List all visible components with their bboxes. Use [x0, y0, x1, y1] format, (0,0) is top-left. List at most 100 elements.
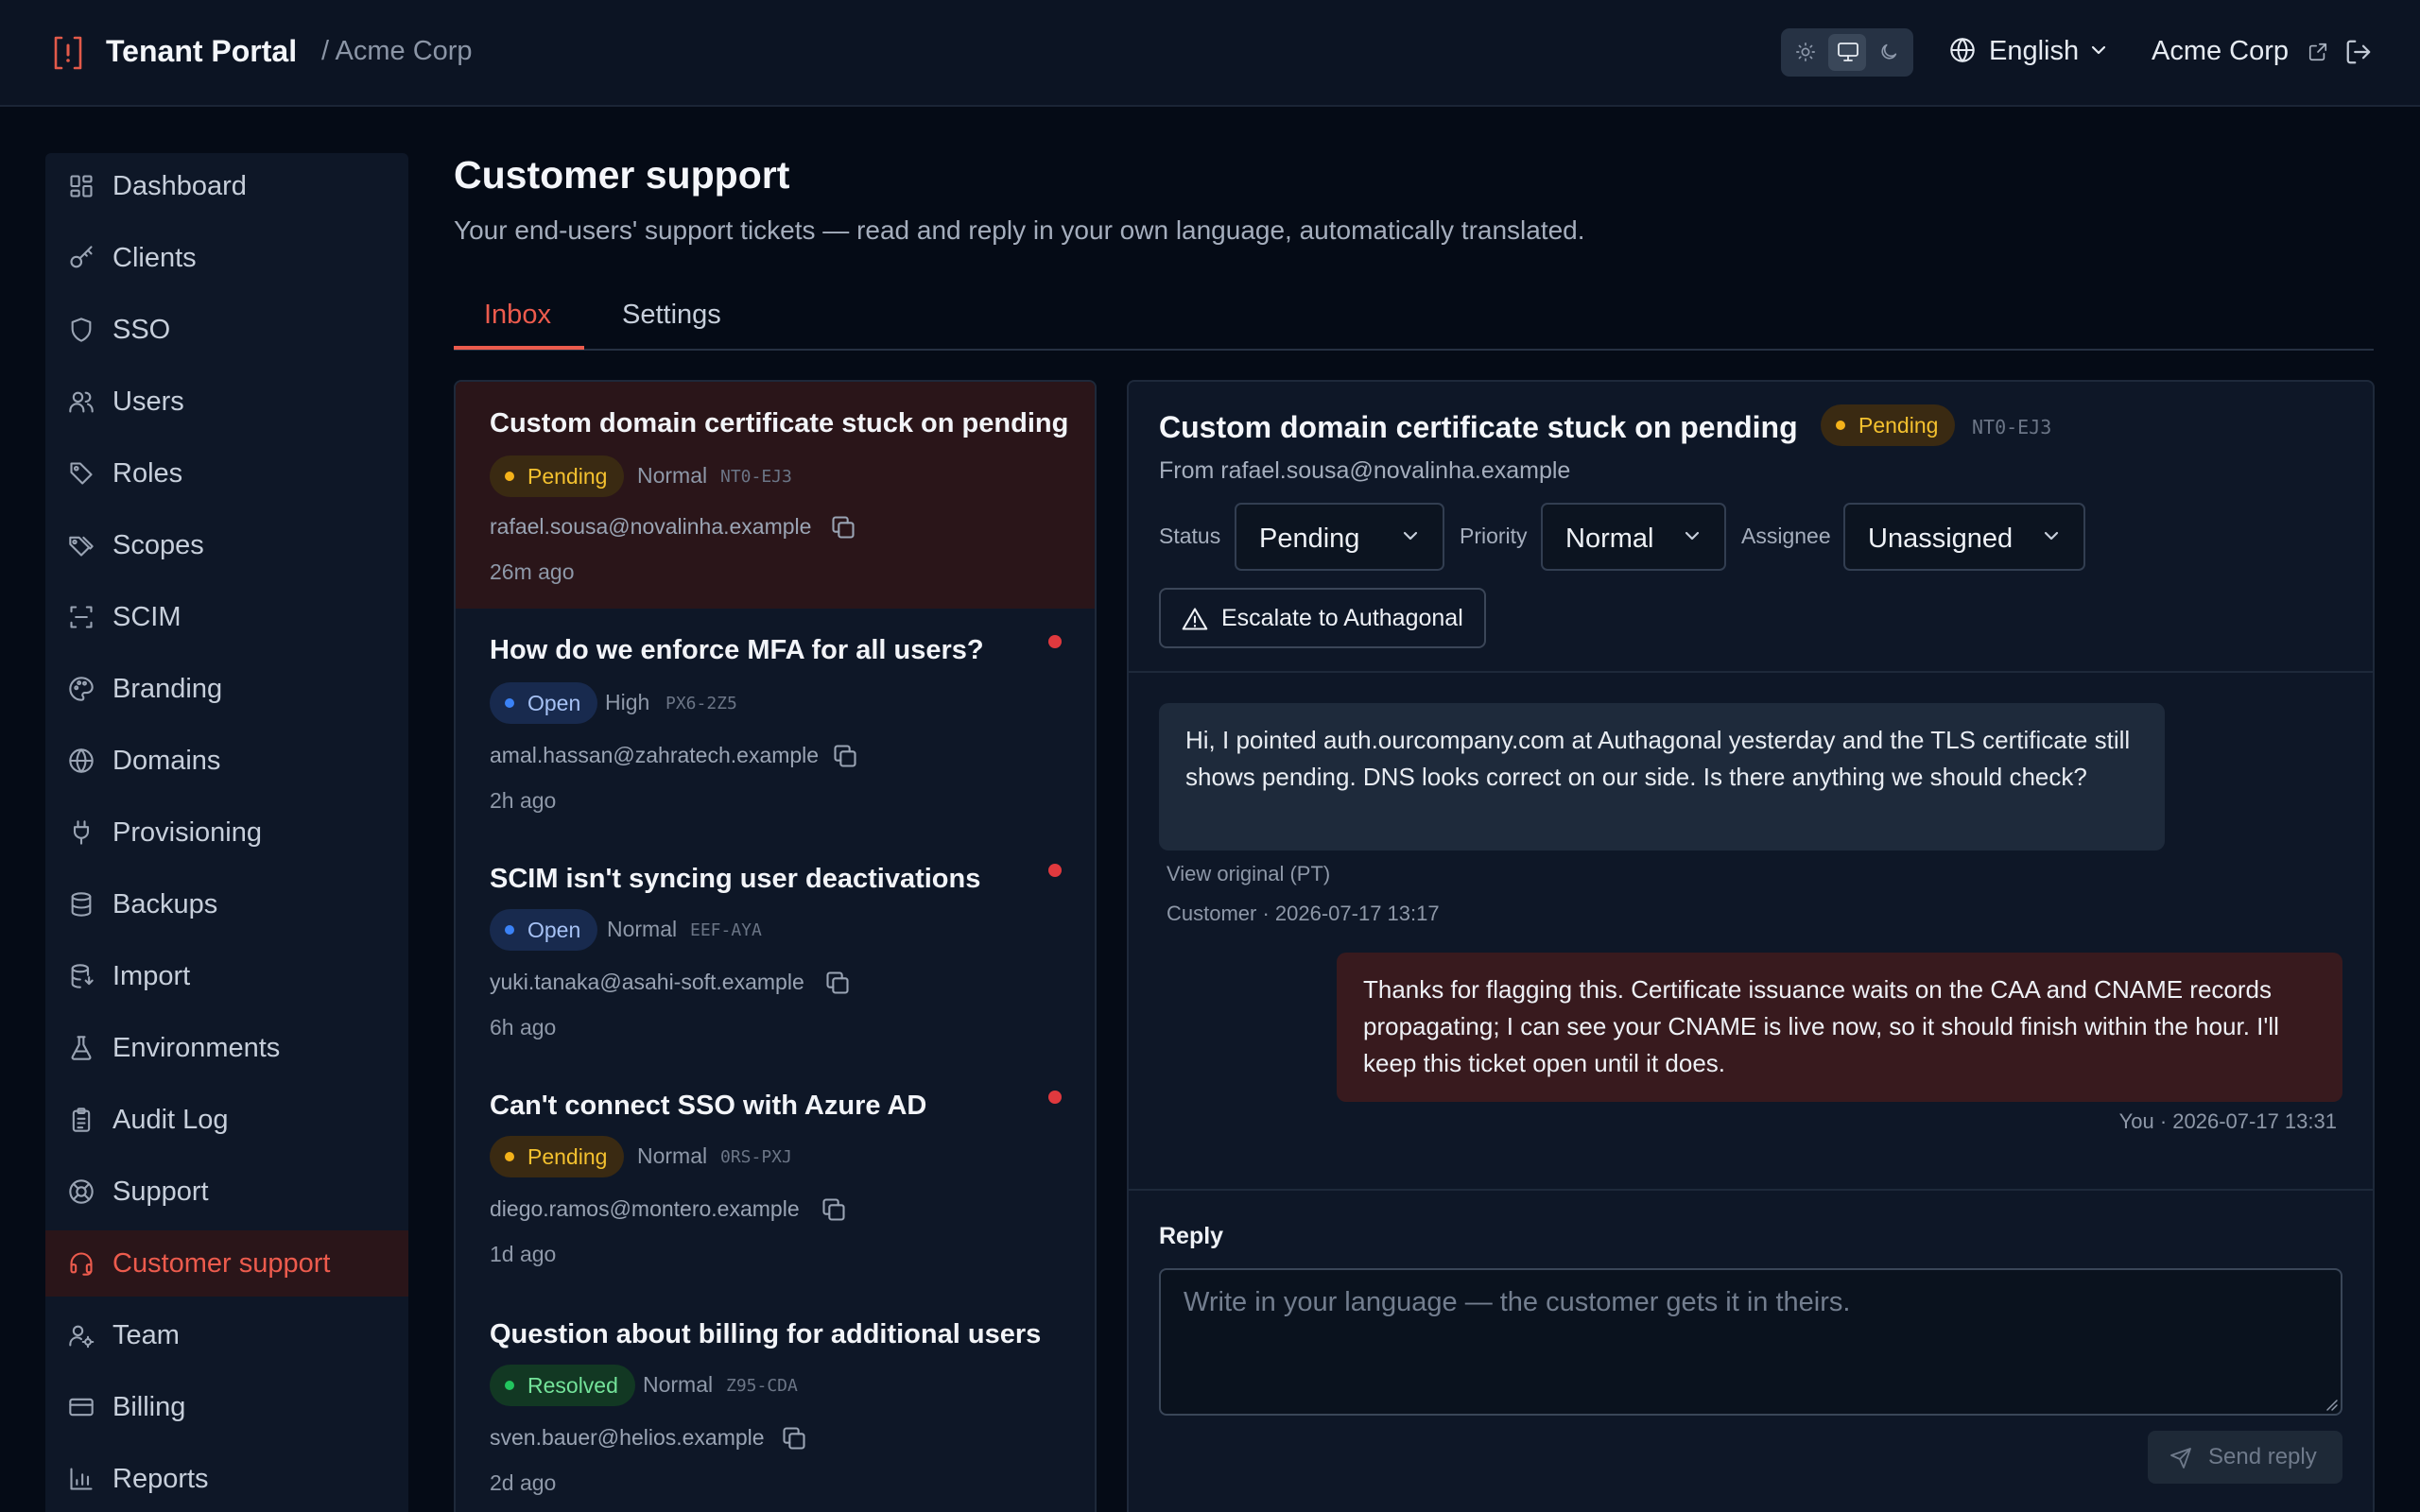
globe-icon [69, 748, 94, 773]
priority-select[interactable]: Normal [1541, 503, 1726, 571]
copy-icon[interactable] [781, 1425, 807, 1452]
sidebar-item-backups[interactable]: Backups [45, 871, 408, 937]
ticket-detail-title: Custom domain certificate stuck on pendi… [1159, 410, 1798, 444]
ticket-item[interactable]: Can't connect SSO with Azure AD Pending … [456, 1064, 1095, 1291]
copy-icon[interactable] [821, 1196, 847, 1223]
sidebar-item-label: Branding [112, 674, 223, 704]
ticket-item[interactable]: How do we enforce MFA for all users? Ope… [456, 609, 1095, 835]
sidebar-item-provisioning[interactable]: Provisioning [45, 799, 408, 866]
sidebar-item-label: Environments [112, 1033, 281, 1063]
database-icon [71, 892, 92, 917]
sidebar-item-label: Support [112, 1177, 209, 1207]
external-link-icon[interactable] [2308, 42, 2328, 62]
copy-icon[interactable] [824, 970, 851, 996]
sidebar-item-label: Users [112, 387, 184, 417]
sidebar-item-audit-log[interactable]: Audit Log [45, 1087, 408, 1153]
sidebar-item-support[interactable]: Support [45, 1159, 408, 1225]
ticket-code: NT0-EJ3 [1972, 416, 2052, 438]
ticket-from: From rafael.sousa@novalinha.example [1159, 457, 1571, 484]
resize-grip-icon[interactable] [2325, 1399, 2339, 1412]
status-select[interactable]: Pending [1235, 503, 1444, 571]
warning-icon [1182, 608, 1208, 630]
ticket-email: sven.bauer@helios.example [490, 1425, 765, 1450]
tag-icon [70, 462, 93, 485]
unread-dot [1048, 635, 1062, 648]
divider [1129, 671, 2373, 673]
sidebar-item-roles[interactable]: Roles [45, 440, 408, 507]
shield-icon [71, 318, 92, 342]
ticket-code: EEF-AYA [690, 920, 762, 940]
scan-icon [70, 606, 93, 628]
assignee-select[interactable]: Unassigned [1843, 503, 2085, 571]
dashboard-icon [70, 175, 93, 198]
sidebar-item-label: Audit Log [112, 1105, 229, 1135]
ticket-subject: Question about billing for additional us… [490, 1319, 1042, 1349]
theme-system-button[interactable] [1828, 34, 1866, 71]
ticket-priority: Normal [607, 917, 678, 941]
sidebar-item-domains[interactable]: Domains [45, 728, 408, 794]
sidebar-item-clients[interactable]: Clients [45, 225, 408, 291]
ticket-time: 1d ago [490, 1242, 557, 1266]
clipboard-icon [72, 1108, 91, 1132]
status-select-value: Pending [1259, 524, 1360, 554]
escalate-button[interactable]: Escalate to Authagonal [1159, 588, 1486, 648]
theme-light-button[interactable] [1787, 34, 1824, 71]
page-title: Customer support [454, 153, 790, 197]
tab-settings[interactable]: Settings [622, 300, 721, 331]
ticket-item[interactable]: SCIM isn't syncing user deactivations Op… [456, 837, 1095, 1064]
ticket-time: 26m ago [490, 559, 575, 584]
language-label: English [1989, 36, 2080, 66]
sidebar-item-label: Reports [112, 1464, 209, 1494]
sidebar-item-scim[interactable]: SCIM [45, 584, 408, 650]
status-badge: Pending [1821, 404, 1956, 446]
page-subtitle: Your end-users' support tickets — read a… [454, 215, 1585, 245]
status-badge: Pending [490, 455, 625, 497]
sidebar-item-label: Team [112, 1320, 180, 1350]
ticket-subject: Custom domain certificate stuck on pendi… [490, 408, 1069, 438]
status-badge: Open [490, 909, 598, 951]
copy-icon[interactable] [832, 743, 858, 769]
send-reply-label: Send reply [2208, 1444, 2317, 1469]
palette-icon [69, 677, 94, 701]
sidebar-item-branding[interactable]: Branding [45, 656, 408, 722]
divider [1129, 1189, 2373, 1191]
app-title[interactable]: Tenant Portal [106, 34, 297, 69]
ticket-email: yuki.tanaka@asahi-soft.example [490, 970, 804, 994]
send-reply-button[interactable]: Send reply [2148, 1431, 2342, 1484]
copy-icon[interactable] [830, 514, 856, 541]
sidebar-item-label: SSO [112, 315, 171, 345]
sidebar-item-team[interactable]: Team [45, 1302, 408, 1368]
sidebar-item-dashboard[interactable]: Dashboard [45, 153, 408, 219]
credit-card-icon [69, 1398, 94, 1417]
tenant-link[interactable]: Acme Corp [2152, 36, 2289, 67]
theme-toggle [1781, 28, 1913, 77]
status-badge: Resolved [490, 1365, 635, 1406]
sidebar-item-environments[interactable]: Environments [45, 1015, 408, 1081]
view-original-link[interactable]: View original (PT) [1167, 862, 1330, 886]
sidebar-item-label: Scopes [112, 530, 204, 560]
ticket-code: 0RS-PXJ [720, 1147, 792, 1167]
ticket-item[interactable]: Custom domain certificate stuck on pendi… [456, 382, 1095, 609]
ticket-subject: SCIM isn't syncing user deactivations [490, 864, 981, 894]
ticket-detail-panel: Custom domain certificate stuck on pendi… [1127, 380, 2375, 1512]
key-icon [70, 246, 93, 268]
message-meta: Customer · 2026-07-17 13:17 [1167, 902, 1440, 925]
ticket-priority: Normal [643, 1372, 714, 1397]
sidebar-item-sso[interactable]: SSO [45, 297, 408, 363]
sidebar-item-reports[interactable]: Reports [45, 1446, 408, 1512]
theme-dark-button[interactable] [1870, 34, 1908, 71]
sidebar-item-customer-support[interactable]: Customer support [45, 1230, 408, 1297]
sidebar-item-billing[interactable]: Billing [45, 1374, 408, 1440]
flask-icon [71, 1036, 92, 1060]
tab-inbox[interactable]: Inbox [484, 300, 551, 331]
sidebar-item-users[interactable]: Users [45, 369, 408, 435]
sidebar-item-scopes[interactable]: Scopes [45, 512, 408, 578]
sidebar-item-import[interactable]: Import [45, 943, 408, 1009]
brand-logo-icon [54, 36, 82, 70]
ticket-item[interactable]: Question about billing for additional us… [456, 1293, 1095, 1512]
logout-icon[interactable] [2344, 38, 2373, 66]
status-badge: Pending [490, 1136, 625, 1177]
reply-textarea[interactable] [1159, 1268, 2342, 1416]
active-tab-indicator [454, 346, 584, 350]
priority-label: Priority [1460, 524, 1528, 548]
